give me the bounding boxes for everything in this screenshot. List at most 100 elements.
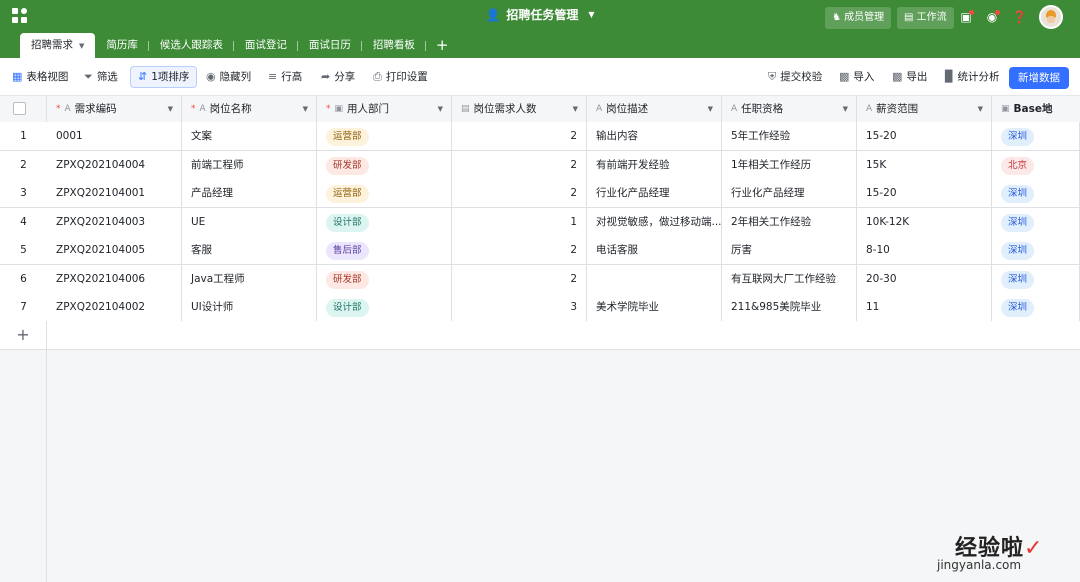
table-cell-salary[interactable]: 10K-12K [857, 207, 992, 237]
table-cell-count[interactable]: 2 [452, 264, 587, 294]
table-cell-dept[interactable]: 运营部 [317, 122, 452, 151]
member-management-button[interactable]: ♞ 成员管理 [825, 7, 892, 29]
table-cell-desc[interactable]: 对视觉敏感，做过移动端... [587, 207, 722, 237]
tab-candidate-tracking[interactable]: 候选人跟踪表 [149, 33, 234, 58]
table-cell-count[interactable]: 2 [452, 150, 587, 180]
table-cell-code[interactable]: ZPXQ202104002 [47, 293, 182, 322]
table-cell-dept[interactable]: 运营部 [317, 179, 452, 208]
row-number[interactable]: 1 [0, 122, 47, 151]
table-cell-code[interactable]: ZPXQ202104005 [47, 236, 182, 265]
sort-button[interactable]: ⇵ 1项排序 [130, 66, 198, 88]
chevron-down-icon[interactable]: ▼ [303, 96, 308, 122]
chevron-down-icon[interactable]: ▼ [573, 96, 578, 122]
table-cell-name[interactable]: 产品经理 [182, 179, 317, 208]
import-button[interactable]: ▩ 导入 [835, 66, 878, 88]
table-cell-qual[interactable]: 2年相关工作经验 [722, 207, 857, 237]
table-cell-base[interactable]: 北京 [992, 150, 1080, 180]
table-cell-base[interactable]: 深圳 [992, 207, 1080, 237]
table-cell-desc[interactable]: 美术学院毕业 [587, 293, 722, 322]
tab-interview-calendar[interactable]: 面试日历 [298, 33, 362, 58]
table-cell-salary[interactable]: 15-20 [857, 122, 992, 151]
tab-interview-registration[interactable]: 面试登记 [234, 33, 298, 58]
export-button[interactable]: ▩ 导出 [888, 66, 931, 88]
table-cell-code[interactable]: ZPXQ202104006 [47, 264, 182, 294]
table-view-button[interactable]: ▦ 表格视图 [8, 66, 72, 88]
table-cell-base[interactable]: 深圳 [992, 179, 1080, 208]
chevron-down-icon[interactable]: ▼ [438, 96, 443, 122]
tab-recruit-requirements[interactable]: 招聘需求 ▼ [20, 33, 96, 58]
table-cell-dept[interactable]: 设计部 [317, 293, 452, 322]
row-height-button[interactable]: ≡ 行高 [264, 66, 306, 88]
table-cell-salary[interactable]: 15K [857, 150, 992, 180]
row-number[interactable]: 3 [0, 179, 47, 208]
table-cell-qual[interactable]: 211&985美院毕业 [722, 293, 857, 322]
table-cell-count[interactable]: 3 [452, 293, 587, 322]
table-cell-count[interactable]: 1 [452, 207, 587, 237]
column-header-qualification[interactable]: A 任职资格 ▼ [722, 96, 857, 122]
hide-columns-button[interactable]: ◉ 隐藏列 [202, 66, 255, 88]
table-cell-dept[interactable]: 设计部 [317, 207, 452, 237]
table-cell-count[interactable]: 2 [452, 236, 587, 265]
table-cell-base[interactable]: 深圳 [992, 264, 1080, 294]
table-cell-name[interactable]: 前端工程师 [182, 150, 317, 180]
table-cell-dept[interactable]: 研发部 [317, 264, 452, 294]
table-cell-name[interactable]: UE [182, 207, 317, 237]
table-cell-count[interactable]: 2 [452, 179, 587, 208]
table-cell-salary[interactable]: 15-20 [857, 179, 992, 208]
add-row-button[interactable]: + [0, 321, 47, 350]
workflow-button[interactable]: ▤ 工作流 [897, 7, 954, 29]
statistics-button[interactable]: ▉ 统计分析 [941, 66, 1003, 88]
table-cell-dept[interactable]: 研发部 [317, 150, 452, 180]
row-number[interactable]: 5 [0, 236, 47, 265]
tab-resume-library[interactable]: 简历库 [95, 33, 149, 58]
table-cell-qual[interactable]: 5年工作经验 [722, 122, 857, 151]
select-all-checkbox[interactable] [13, 102, 26, 115]
app-title-menu[interactable]: 👤 招聘任务管理 ▼ [485, 6, 594, 23]
help-icon[interactable]: ❓ [1012, 10, 1027, 24]
chevron-down-icon[interactable]: ▼ [978, 96, 983, 122]
add-tab-button[interactable]: + [426, 33, 459, 58]
table-cell-base[interactable]: 深圳 [992, 293, 1080, 322]
table-cell-code[interactable]: ZPXQ202104004 [47, 150, 182, 180]
table-cell-qual[interactable]: 行业化产品经理 [722, 179, 857, 208]
column-header-base[interactable]: ▣ Base地 [992, 96, 1080, 122]
row-number[interactable]: 6 [0, 264, 47, 294]
row-number[interactable]: 7 [0, 293, 47, 322]
table-cell-salary[interactable]: 8-10 [857, 236, 992, 265]
avatar[interactable] [1039, 5, 1063, 29]
table-cell-desc[interactable]: 电话客服 [587, 236, 722, 265]
table-cell-dept[interactable]: 售后部 [317, 236, 452, 265]
tab-recruit-board[interactable]: 招聘看板 [362, 33, 426, 58]
column-header-description[interactable]: A 岗位描述 ▼ [587, 96, 722, 122]
table-cell-code[interactable]: ZPXQ202104003 [47, 207, 182, 237]
chevron-down-icon[interactable]: ▼ [708, 96, 713, 122]
table-cell-salary[interactable]: 20-30 [857, 264, 992, 294]
table-cell-qual[interactable]: 1年相关工作经历 [722, 150, 857, 180]
table-cell-name[interactable]: Java工程师 [182, 264, 317, 294]
column-header-department[interactable]: * ▣ 用人部门 ▼ [317, 96, 452, 122]
table-cell-desc[interactable]: 行业化产品经理 [587, 179, 722, 208]
column-header-salary[interactable]: A 薪资范围 ▼ [857, 96, 992, 122]
row-number[interactable]: 2 [0, 150, 47, 180]
table-cell-name[interactable]: 文案 [182, 122, 317, 151]
table-cell-desc[interactable]: 有前端开发经验 [587, 150, 722, 180]
table-cell-desc[interactable] [587, 264, 722, 294]
share-button[interactable]: ➦ 分享 [317, 66, 359, 88]
column-header-position[interactable]: * A 岗位名称 ▼ [182, 96, 317, 122]
submit-verify-button[interactable]: ⛨ 提交校验 [764, 66, 826, 88]
table-cell-salary[interactable]: 11 [857, 293, 992, 322]
add-record-button[interactable]: 新增数据 [1009, 67, 1069, 89]
row-number[interactable]: 4 [0, 207, 47, 237]
table-cell-base[interactable]: 深圳 [992, 236, 1080, 265]
chevron-down-icon[interactable]: ▼ [843, 96, 848, 122]
table-cell-name[interactable]: 客服 [182, 236, 317, 265]
table-cell-qual[interactable]: 有互联网大厂工作经验 [722, 264, 857, 294]
column-header-code[interactable]: * A 需求编码 ▼ [47, 96, 182, 122]
table-cell-code[interactable]: ZPXQ202104001 [47, 179, 182, 208]
chevron-down-icon[interactable]: ▼ [168, 96, 173, 122]
table-cell-desc[interactable]: 输出内容 [587, 122, 722, 151]
table-cell-name[interactable]: UI设计师 [182, 293, 317, 322]
column-header-headcount[interactable]: ▤ 岗位需求人数 ▼ [452, 96, 587, 122]
table-cell-base[interactable]: 深圳 [992, 122, 1080, 151]
print-settings-button[interactable]: ⎙ 打印设置 [369, 66, 432, 88]
